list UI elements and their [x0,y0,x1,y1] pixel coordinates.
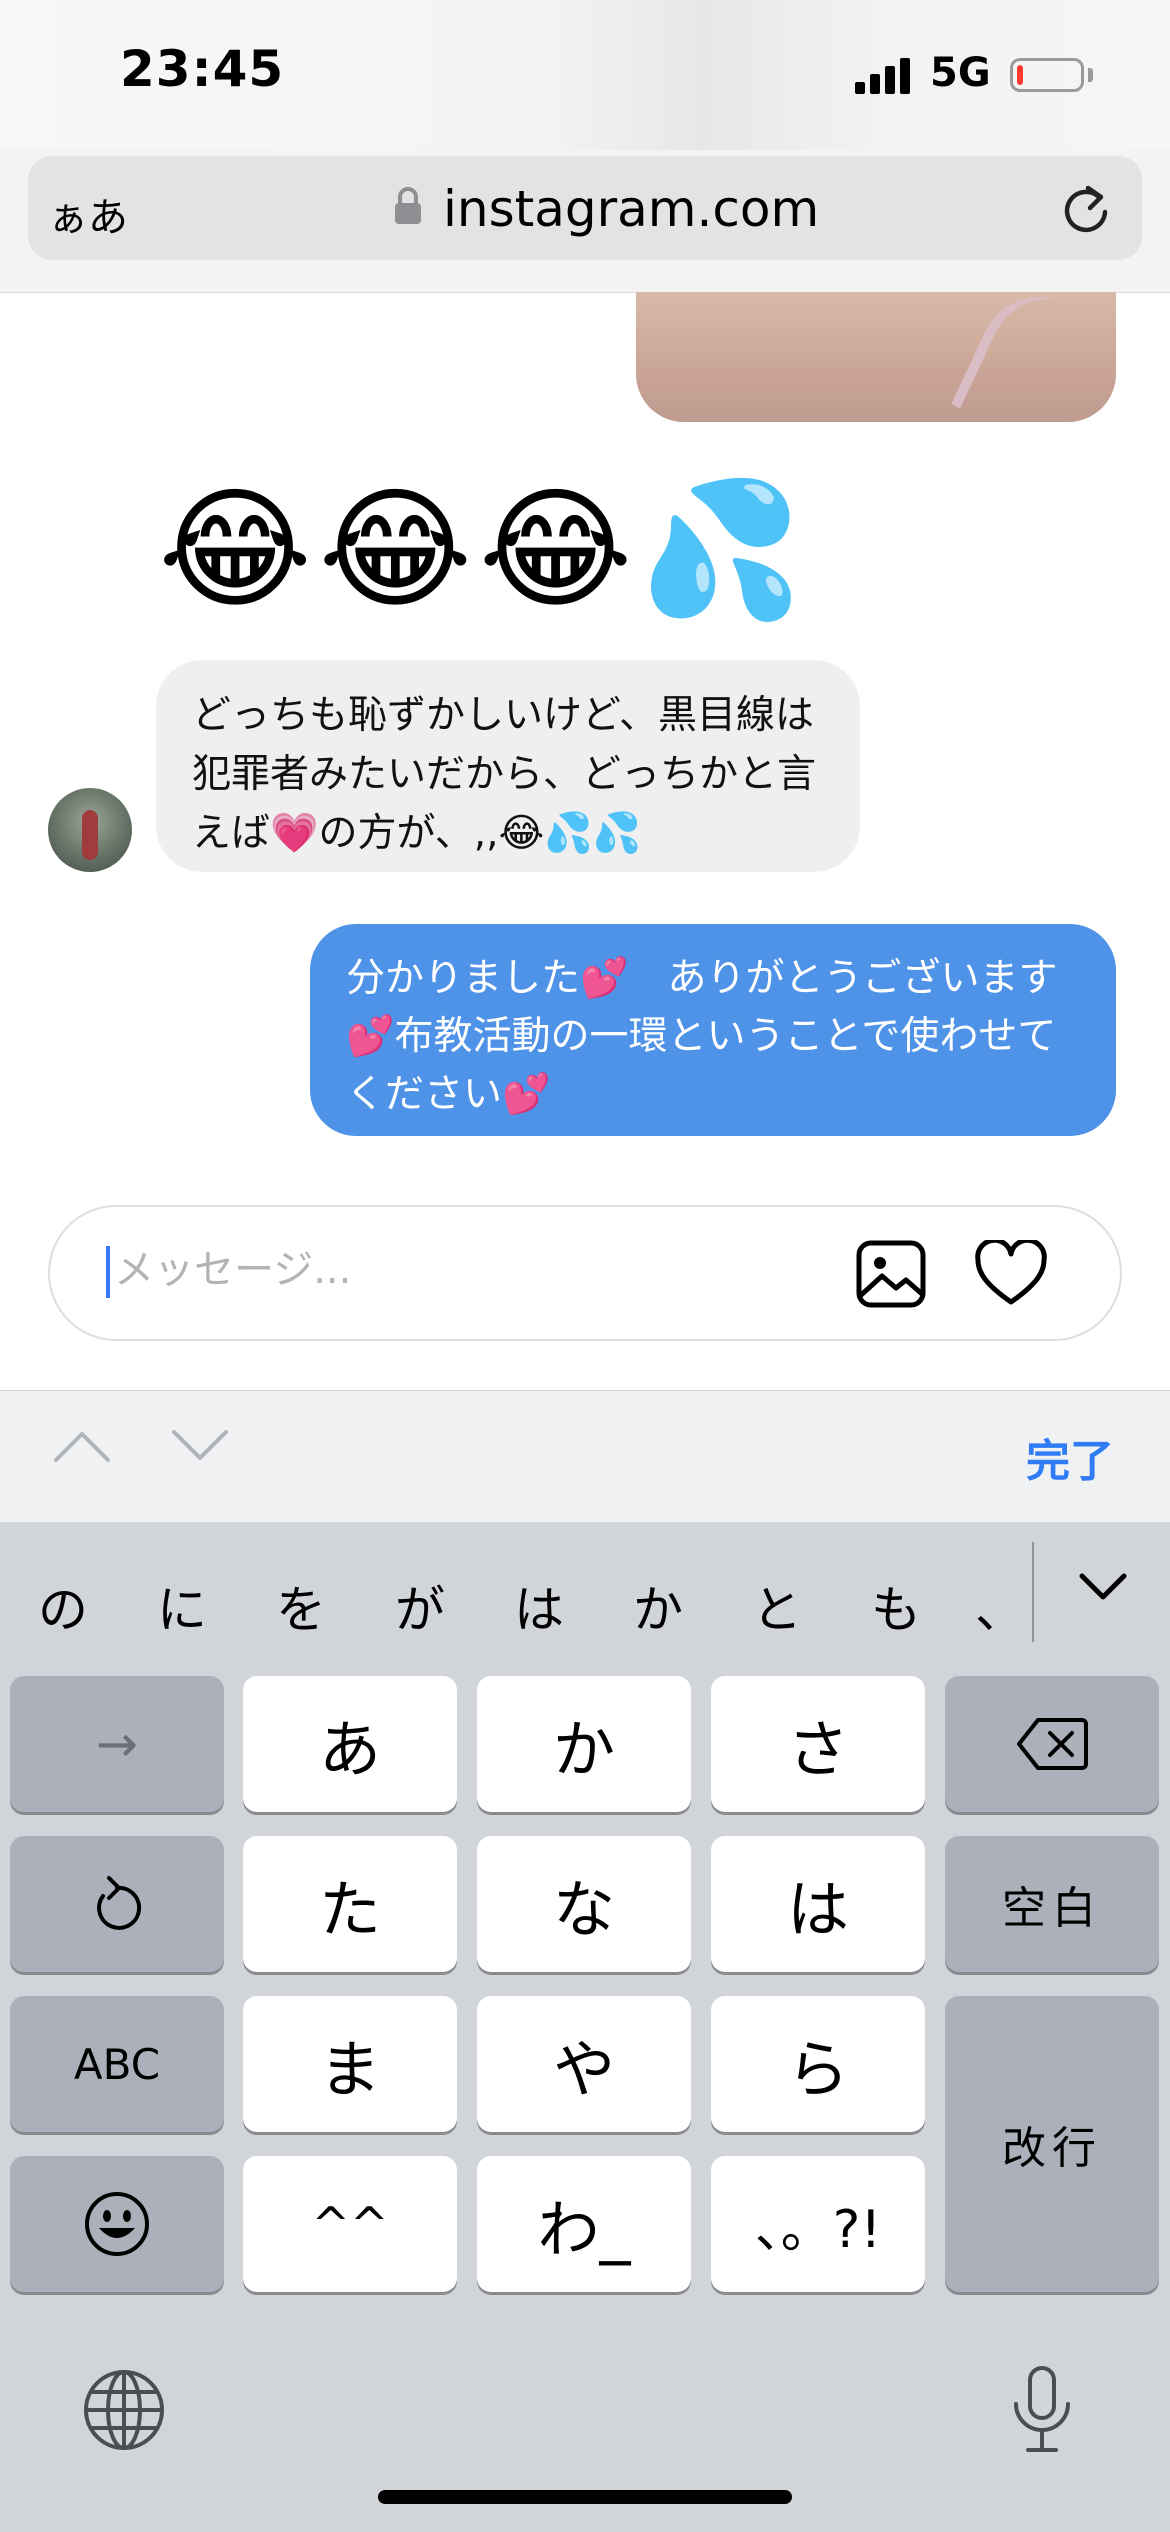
candidate-comma[interactable]: 、 [970,1570,1030,1642]
key-label: は [786,1873,849,1946]
key-punctuation[interactable]: 、。?! [711,2156,925,2292]
expand-candidates-icon[interactable] [1078,1572,1128,1602]
key-label: 、。?! [754,2199,882,2260]
candidate-divider [1032,1542,1034,1642]
key-label: さ [786,1713,849,1786]
key-a[interactable]: あ [243,1676,457,1812]
candidate-to[interactable]: と [732,1570,822,1642]
chevron-down-icon[interactable] [170,1428,230,1464]
reload-icon[interactable] [1060,180,1112,236]
battery-tip [1088,68,1093,82]
next-key-label: → [96,1715,138,1773]
candidate-mo[interactable]: も [851,1570,941,1642]
key-ma[interactable]: ま [243,1996,457,2132]
message-input[interactable] [114,1240,814,1300]
key-label: や [552,2033,615,2106]
abc-key-label: ABC [73,2039,161,2089]
battery-level [1017,65,1023,85]
key-label: ら [786,2033,849,2106]
microphone-icon[interactable] [1006,2364,1078,2456]
emoji-icon [85,2192,149,2256]
backspace-icon [1017,1718,1088,1770]
outgoing-message-bubble: 分かりました💕 ありがとうございます💕布教活動の一環ということで使わせてください… [310,924,1116,1136]
shared-photo[interactable] [636,292,1116,422]
lock-icon [395,187,421,224]
candidate-ga[interactable]: が [375,1570,465,1642]
key-label: か [552,1713,615,1786]
key-ha[interactable]: は [711,1836,925,1972]
key-sa[interactable]: さ [711,1676,925,1812]
home-indicator[interactable] [378,2490,792,2504]
key-wa[interactable]: わ_ [477,2156,691,2292]
space-key-label: 空白 [1002,1883,1102,1934]
candidate-wo[interactable]: を [256,1570,346,1642]
candidate-ka[interactable]: か [613,1570,703,1642]
done-button[interactable]: 完了 [1026,1425,1114,1489]
network-label: 5G [930,50,991,96]
status-time: 23:45 [120,40,285,98]
candidate-ni[interactable]: に [137,1570,227,1642]
key-ta[interactable]: た [243,1836,457,1972]
abc-key[interactable]: ABC [10,1996,224,2132]
key-label: あ [318,1713,381,1786]
backspace-key[interactable] [945,1676,1159,1812]
key-label: た [318,1873,381,1946]
gallery-icon[interactable] [856,1240,926,1308]
incoming-message-bubble: どっちも恥ずかしいけど、黒目線は犯罪者みたいだから、どっちかと言えば💗の方が、,… [156,660,860,872]
battery-icon [1010,58,1084,92]
next-key[interactable]: → [10,1676,224,1812]
return-key-label: 改行 [1002,2123,1102,2174]
emoji-key[interactable] [10,2156,224,2292]
text-caret [106,1246,110,1298]
emoji-message: 😂😂😂💦 [158,473,810,627]
key-ya[interactable]: や [477,1996,691,2132]
key-ka[interactable]: か [477,1676,691,1812]
globe-icon[interactable] [82,2368,166,2452]
space-key[interactable]: 空白 [945,1836,1159,1972]
key-na[interactable]: な [477,1836,691,1972]
avatar[interactable] [48,788,132,872]
signal-icon [855,58,910,94]
key-label: ^^ [311,2197,389,2251]
key-ra[interactable]: ら [711,1996,925,2132]
key-kaomoji[interactable]: ^^ [243,2156,457,2292]
chevron-up-icon[interactable] [52,1428,112,1464]
candidate-no[interactable]: の [18,1570,108,1642]
key-label: な [552,1873,615,1946]
return-key[interactable]: 改行 [945,1996,1159,2292]
key-label: わ_ [537,2193,631,2266]
text-size-button[interactable]: ぁあ [48,185,128,243]
undo-key[interactable] [10,1836,224,1972]
undo-icon [97,1876,142,1930]
key-label: ま [318,2033,381,2106]
heart-icon[interactable] [975,1240,1047,1306]
candidate-ha[interactable]: は [494,1570,584,1642]
url-text[interactable]: instagram.com [443,180,819,238]
